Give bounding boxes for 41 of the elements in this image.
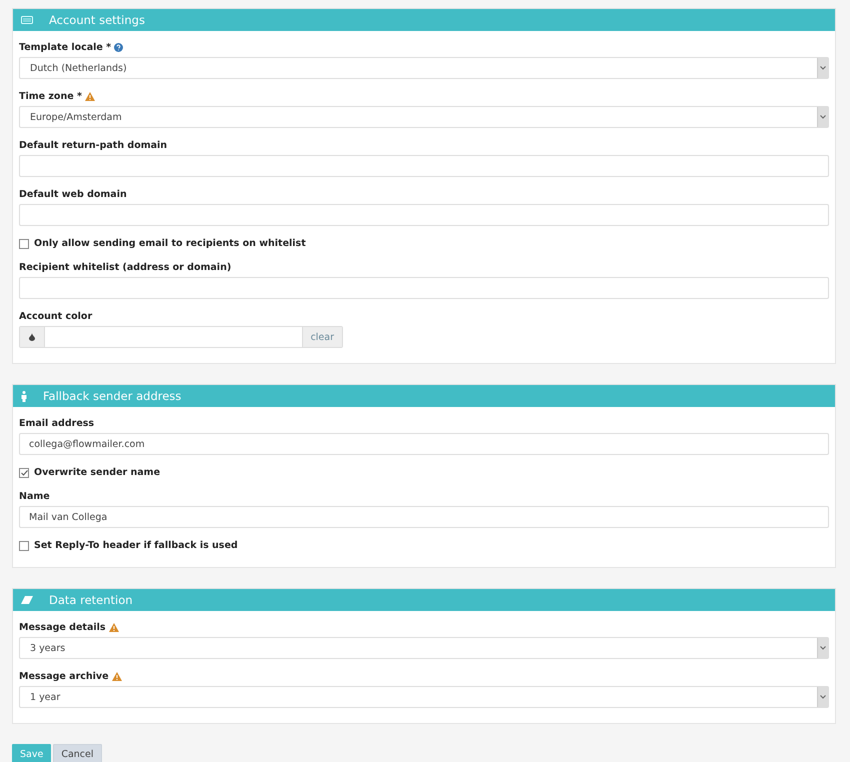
select-field[interactable]: Europe/Amsterdam xyxy=(19,106,829,128)
field-label: Name xyxy=(19,490,50,503)
field-label: Template locale * xyxy=(19,41,112,54)
drop-icon xyxy=(29,333,35,341)
cancel-button[interactable]: Cancel xyxy=(53,744,102,762)
select-field[interactable]: Dutch (Netherlands) xyxy=(19,57,829,79)
input-field[interactable]: collega@flowmailer.com xyxy=(19,433,829,455)
field-label: Account color xyxy=(19,310,92,323)
keyboard-icon xyxy=(21,16,33,24)
chevron-down-icon xyxy=(820,115,826,119)
chevron-down-icon xyxy=(820,66,826,70)
panel-title: Account settings xyxy=(49,13,145,27)
field-label: Default return-path domain xyxy=(19,139,168,152)
input-field[interactable]: Mail van Collega xyxy=(19,506,829,528)
checkbox[interactable] xyxy=(19,468,29,478)
chevron-down-icon xyxy=(820,646,826,650)
checkbox-label: Only allow sending email to recipients on whitelist xyxy=(34,237,306,250)
panel-title: Fallback sender address xyxy=(43,389,182,403)
field-label: Message details xyxy=(19,621,106,634)
input-field[interactable] xyxy=(19,155,829,177)
field-label: Email address xyxy=(19,417,94,430)
checkbox[interactable] xyxy=(19,540,29,550)
field-label: Default web domain xyxy=(19,188,127,201)
help-icon[interactable] xyxy=(114,43,124,52)
warning-icon xyxy=(108,623,119,632)
input-field[interactable] xyxy=(19,277,829,299)
eraser-icon xyxy=(21,596,33,604)
field-label: Time zone * xyxy=(19,90,82,103)
warning-icon xyxy=(84,92,95,101)
panel-title: Data retention xyxy=(49,593,133,607)
field-label: Message archive xyxy=(19,670,109,683)
warning-icon xyxy=(112,672,122,681)
chevron-down-icon xyxy=(820,695,826,699)
person-icon xyxy=(21,390,27,402)
input-field[interactable] xyxy=(19,204,829,226)
checkbox-label: Overwrite sender name xyxy=(34,466,160,479)
checkbox-label: Set Reply-To header if fallback is used xyxy=(34,539,238,552)
select-field[interactable]: 1 year xyxy=(19,686,829,708)
checkbox[interactable] xyxy=(19,238,29,248)
select-field[interactable]: 3 years xyxy=(19,637,829,659)
field-label: Recipient whitelist (address or domain) xyxy=(19,261,232,274)
